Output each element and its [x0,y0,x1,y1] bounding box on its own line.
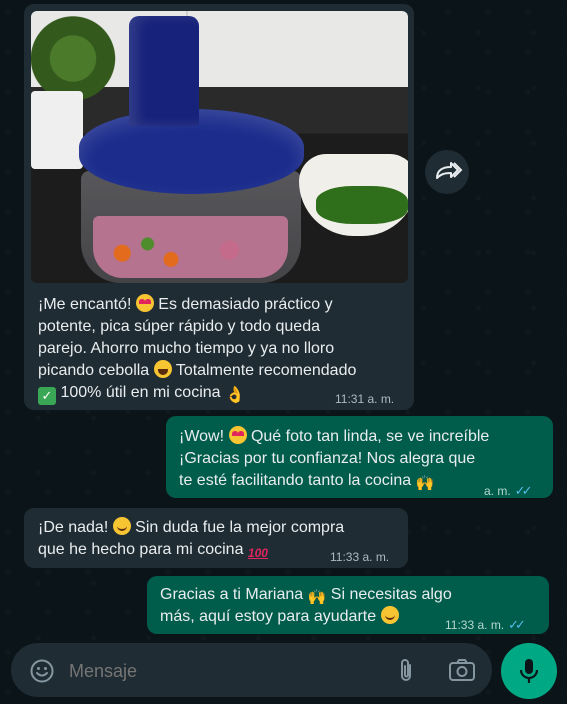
smiling-emoji [380,606,399,624]
raising-hands-emoji: 🙌 [307,589,327,606]
message-line: Gracias a ti Mariana [160,586,304,603]
message-composer[interactable] [11,643,492,697]
smiling-emoji [112,517,131,535]
emoji-icon[interactable] [29,658,55,684]
message-line: picando cebolla [38,362,150,379]
message-line: más, aquí estoy para ayudarte [160,608,377,625]
chopper-photo[interactable] [31,11,408,283]
message-line: Totalmente recomendado [175,362,357,379]
message-line: potente, pica súper rápido y todo queda [38,318,320,335]
outgoing-message[interactable]: Gracias a ti Mariana 🙌 Si necesitas algo… [147,576,549,634]
message-line: Sin duda fue la mejor compra [135,519,345,536]
message-line: que he hecho para mi cocina [38,541,244,558]
incoming-photo-message[interactable]: ¡Me encantó! Es demasiado práctico y pot… [24,4,414,410]
message-line: te esté facilitando tanto la cocina [179,472,412,489]
message-input[interactable] [67,655,371,687]
outgoing-message[interactable]: ¡Wow! Qué foto tan linda, se ve increíbl… [166,416,553,498]
message-line: 100% útil en mi cocina [60,384,221,401]
raising-hands-emoji: 🙌 [415,475,435,492]
message-line: ¡Me encantó! [38,296,132,313]
laughing-emoji [153,360,172,378]
heart-eyes-emoji [228,426,247,444]
paperclip-icon[interactable] [395,657,417,685]
message-line: ¡Wow! [179,428,225,445]
message-time: a. m. ✓✓ [484,483,533,498]
message-time: 11:33 a. m. ✓✓ [445,617,526,632]
message-line: parejo. Ahorro mucho tiempo y ya no llor… [38,340,335,357]
heart-eyes-emoji [135,294,154,312]
message-line: ¡Gracias por tu confianza! Nos alegra qu… [179,450,476,467]
message-line: Es demasiado práctico y [158,296,333,313]
message-time: 11:31 a. m. [335,392,395,406]
message-line: Si necesitas algo [330,586,452,603]
ok-hand-emoji: 👌 [225,387,245,404]
forward-button[interactable] [425,150,469,194]
double-check-icon: ✓✓ [514,483,533,498]
double-check-icon: ✓✓ [508,617,526,632]
hundred-points-emoji: 100 [247,546,268,560]
camera-icon[interactable] [448,658,476,682]
forward-icon [436,162,463,179]
message-time: 11:33 a. m. [330,550,390,564]
message-line: Qué foto tan linda, se ve increíble [250,428,490,445]
incoming-message[interactable]: ¡De nada! Sin duda fue la mejor compra q… [24,508,408,568]
chat-area: ¡Me encantó! Es demasiado práctico y pot… [0,0,567,704]
check-mark-emoji: ✓ [38,387,56,405]
microphone-button[interactable] [501,643,557,699]
message-line: ¡De nada! [38,519,109,536]
microphone-icon [519,659,539,683]
